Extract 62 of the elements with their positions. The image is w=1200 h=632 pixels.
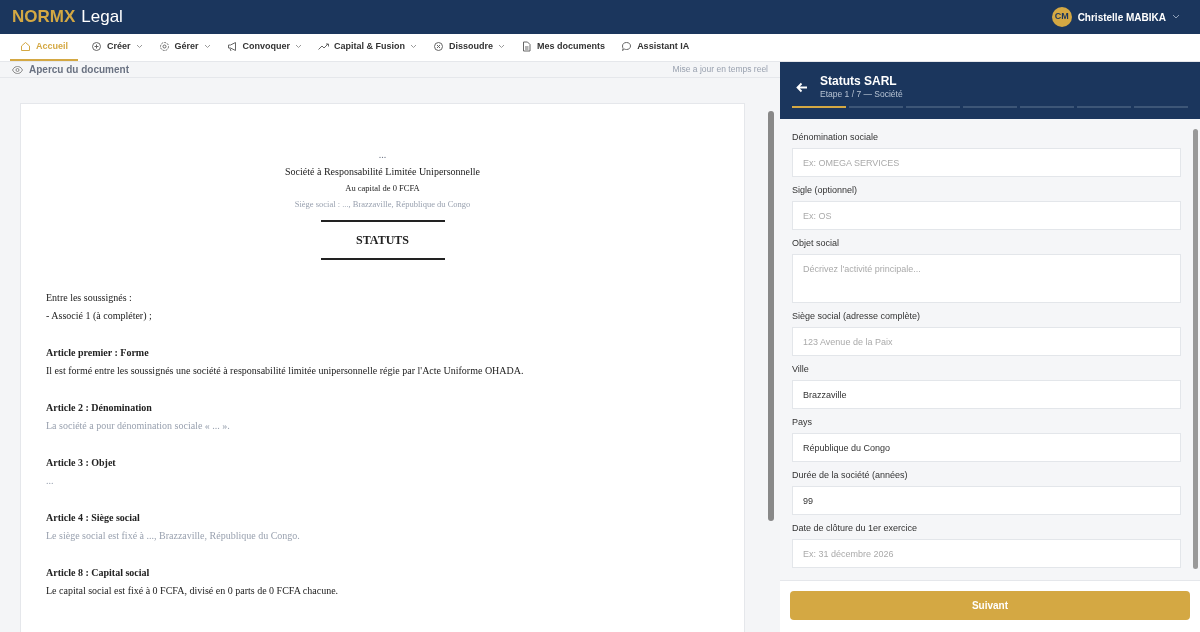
nav-tab[interactable]: Dissoudre [430, 34, 509, 61]
field-label: Pays [792, 416, 813, 429]
preview-title: Apercu du document [29, 63, 129, 77]
wizard-title: Statuts SARL [820, 74, 898, 88]
input-field[interactable]: 123 Avenue de la Paix [792, 327, 1181, 356]
avatar: CM [1051, 7, 1072, 27]
chevron-down-icon [1172, 14, 1180, 20]
article-text: La société a pour dénomination sociale « ... ». [46, 419, 231, 433]
article-title: Article premier : Forme [46, 346, 150, 360]
intro-line: Entre les soussignés : [46, 291, 133, 305]
field-label: Dénomination sociale [792, 131, 880, 144]
megaphone-icon [226, 41, 238, 52]
form-scrollbar[interactable] [1193, 129, 1198, 569]
capital-text: Au capital de 0 FCFA [345, 182, 420, 195]
field-label: Date de clôture du 1er exercice [792, 522, 919, 535]
plus-circle-icon [91, 41, 102, 52]
home-icon [20, 41, 31, 52]
back-arrow-icon[interactable] [796, 81, 808, 93]
eye-icon [12, 65, 23, 74]
input-field[interactable]: Ex: OS [792, 201, 1181, 230]
chat-bubble-icon [621, 41, 633, 52]
nav-tab[interactable]: Convoquer [223, 34, 306, 61]
article-title: Article 2 : Dénomination [46, 401, 153, 415]
field-label: Ville [792, 363, 810, 376]
field-label: Sigle (optionnel) [792, 184, 859, 197]
field-label: Durée de la société (années) [792, 469, 909, 482]
user-name: Christelle MABIKA [1077, 10, 1166, 25]
x-circle-icon [433, 41, 445, 52]
gear-icon [158, 41, 170, 52]
article-title: Article 3 : Objet [46, 456, 117, 470]
nav-tab[interactable]: Capital & Fusion [315, 34, 421, 61]
document-heading: STATUTS [356, 232, 409, 248]
scrollbar[interactable] [768, 111, 774, 521]
nav-tab[interactable]: Mes documents [518, 34, 609, 61]
input-field[interactable]: 99 [792, 486, 1181, 515]
article-text: ... [46, 474, 55, 488]
update-status: Mise a jour en temps reel [672, 63, 768, 76]
article-title: Article 8 : Capital social [46, 566, 151, 580]
field-label: Siège social (adresse complète) [792, 310, 922, 323]
article-text: Il est formé entre les soussignés une société à responsabilité limitée unipersonnelle régie par l'Acte Uniforme OHADA. [46, 364, 525, 378]
company-name: ... [378, 148, 387, 162]
article-text: Le siège social est fixé à ..., Brazzaville, République du Congo. [46, 529, 301, 543]
company-form: Société à Responsabilité Limitée Unipersonnelle [285, 165, 480, 179]
document-icon [521, 41, 533, 52]
input-field[interactable]: République du Congo [792, 433, 1181, 462]
input-field[interactable]: Ex: 31 décembre 2026 [792, 539, 1181, 568]
input-field[interactable]: Ex: OMEGA SERVICES [792, 148, 1181, 177]
nav-tab[interactable]: Créer [88, 34, 146, 61]
field-label: Objet social [792, 237, 841, 250]
input-field[interactable]: Brazzaville [792, 380, 1181, 409]
trend-up-icon [318, 41, 330, 52]
nav-tab[interactable]: Gérer [155, 34, 214, 61]
nav-tab[interactable]: Assistant IA [618, 34, 693, 61]
brand-name: NORMX [12, 6, 76, 29]
article-text: Le capital social est fixé à 0 FCFA, divisé en 0 parts de 0 FCFA chacune. [46, 584, 340, 598]
article-title: Article 4 : Siège social [46, 511, 141, 525]
brand-suffix: Legal [81, 6, 123, 29]
seat-text: Siège social : ..., Brazzaville, République du Congo [294, 198, 471, 211]
user-menu[interactable]: CM Christelle MABIKA [1051, 7, 1188, 27]
intro-line: - Associé 1 (à compléter) ; [46, 309, 153, 323]
input-field[interactable]: Décrivez l'activité principale... [792, 254, 1181, 303]
step-label: Etape 1 / 7 — Société [820, 88, 903, 100]
